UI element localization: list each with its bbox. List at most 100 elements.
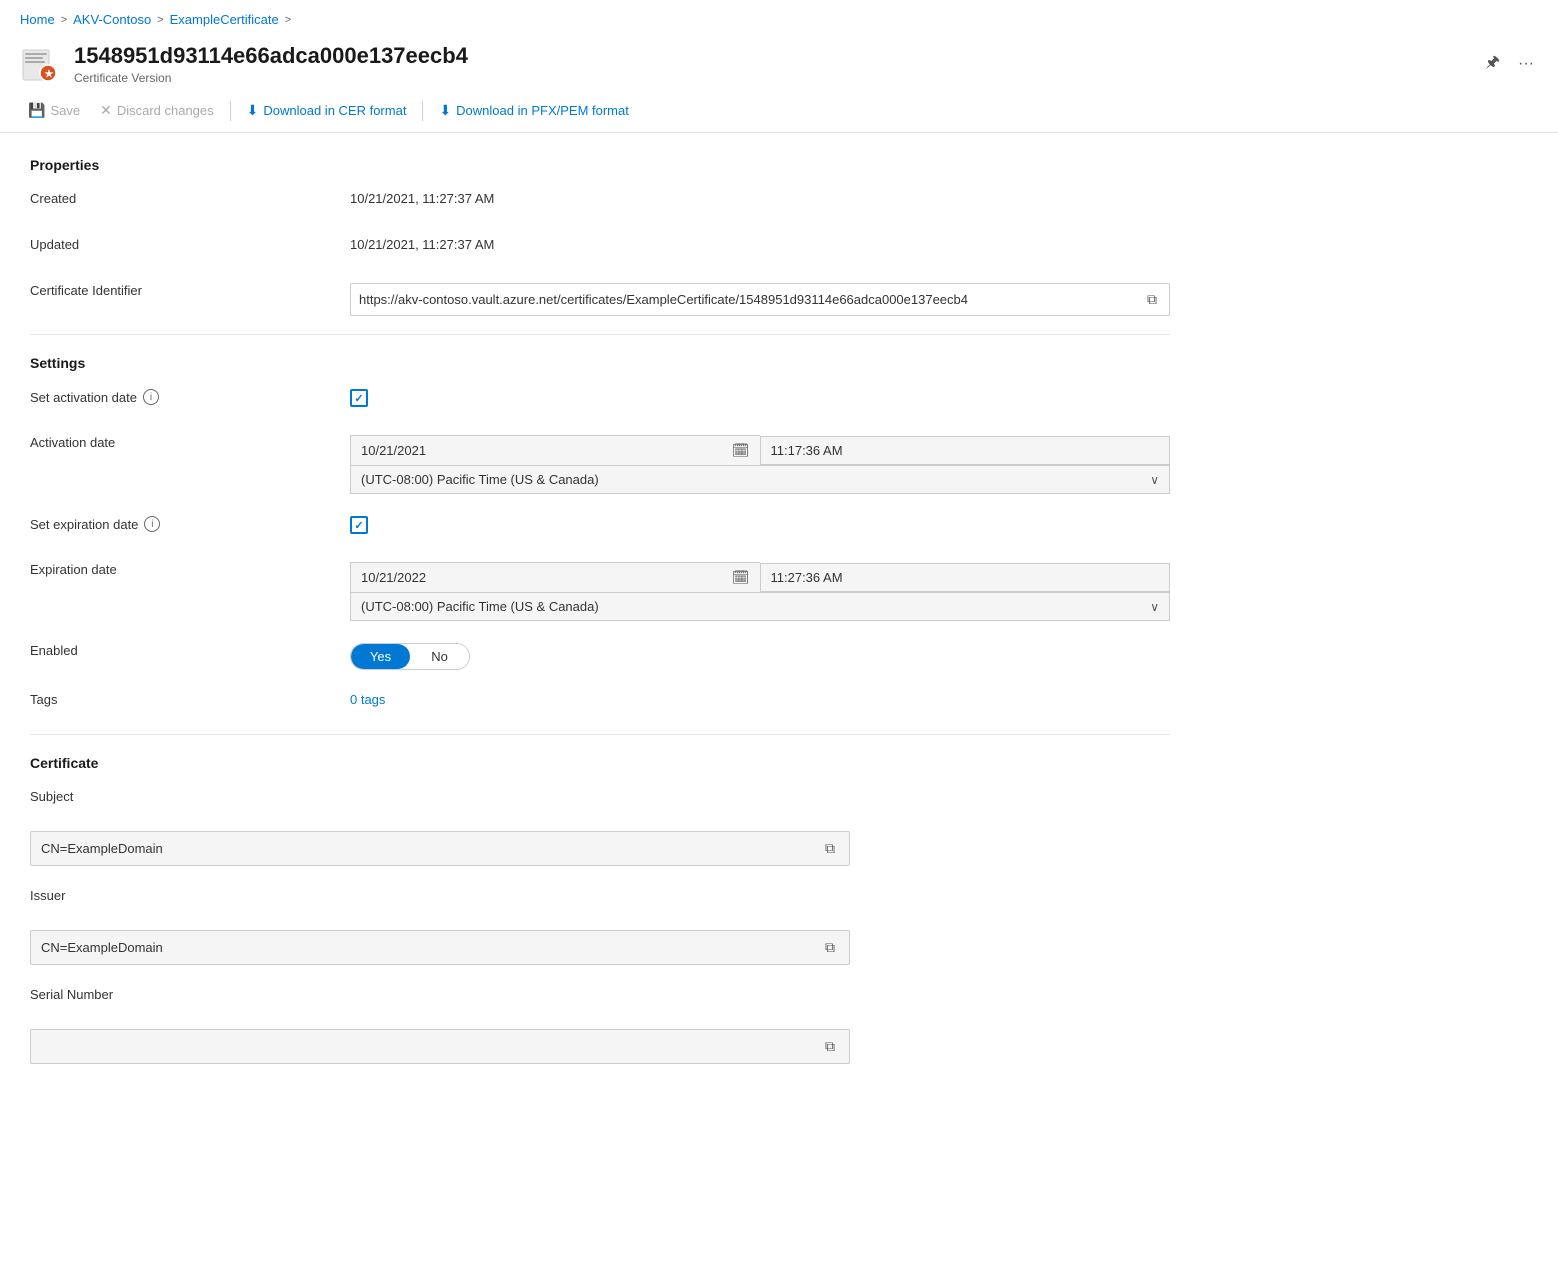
download-cer-button[interactable]: ⬇ Download in CER format bbox=[239, 97, 415, 124]
expiration-date-toggle-label: Set expiration date i bbox=[30, 512, 350, 532]
toolbar-sep bbox=[230, 101, 231, 121]
enabled-label: Enabled bbox=[30, 639, 350, 658]
created-label: Created bbox=[30, 187, 350, 206]
activation-timezone-chevron: ∨ bbox=[1150, 473, 1159, 487]
breadcrumb-sep-1: > bbox=[61, 14, 67, 26]
certificate-section-label: Certificate bbox=[30, 755, 1170, 771]
download-pfx-label: Download in PFX/PEM format bbox=[456, 103, 629, 118]
tags-link[interactable]: 0 tags bbox=[350, 692, 385, 707]
cert-identifier-label: Certificate Identifier bbox=[30, 279, 350, 298]
page-title: 1548951d93114e66adca000e137eecb4 bbox=[74, 43, 1467, 69]
activation-timezone-label: (UTC-08:00) Pacific Time (US & Canada) bbox=[361, 472, 1150, 487]
issuer-field: CN=ExampleDomain ⧉ bbox=[30, 930, 850, 965]
expiration-date-toggle-row: Set expiration date i bbox=[30, 512, 1170, 540]
download-pfx-icon: ⬇ bbox=[439, 102, 451, 119]
expiration-timezone-dropdown[interactable]: (UTC-08:00) Pacific Time (US & Canada) ∨ bbox=[350, 592, 1170, 621]
breadcrumb-cert[interactable]: ExampleCertificate bbox=[170, 12, 279, 27]
enabled-toggle-control[interactable]: Yes No bbox=[350, 643, 470, 670]
breadcrumb: Home > AKV-Contoso > ExampleCertificate … bbox=[0, 0, 1558, 35]
toggle-no-option[interactable]: No bbox=[410, 644, 469, 669]
properties-section-label: Properties bbox=[30, 157, 1170, 173]
breadcrumb-sep-2: > bbox=[157, 14, 163, 26]
issuer-copy-icon: ⧉ bbox=[825, 939, 835, 956]
expiration-time-value: 11:27:36 AM bbox=[771, 570, 843, 585]
download-pfx-button[interactable]: ⬇ Download in PFX/PEM format bbox=[431, 97, 636, 124]
breadcrumb-sep-3: > bbox=[285, 14, 291, 26]
breadcrumb-akv[interactable]: AKV-Contoso bbox=[73, 12, 151, 27]
pin-icon: 🖈 bbox=[1485, 51, 1500, 78]
toggle-yes-option[interactable]: Yes bbox=[351, 644, 410, 669]
issuer-row: Issuer bbox=[30, 884, 1170, 912]
activation-calendar-icon[interactable]: 🗓 bbox=[732, 442, 750, 459]
activation-info-icon[interactable]: i bbox=[143, 389, 159, 405]
subject-value: CN=ExampleDomain bbox=[41, 841, 821, 856]
updated-row: Updated 10/21/2021, 11:27:37 AM bbox=[30, 233, 1170, 261]
activation-date-toggle-label: Set activation date i bbox=[30, 385, 350, 405]
more-icon: ··· bbox=[1518, 55, 1534, 73]
subject-field-container: CN=ExampleDomain ⧉ bbox=[30, 831, 850, 866]
discard-icon: ✕ bbox=[100, 102, 112, 119]
breadcrumb-home[interactable]: Home bbox=[20, 12, 55, 27]
activation-date-field[interactable] bbox=[361, 443, 726, 458]
expiration-timezone-label: (UTC-08:00) Pacific Time (US & Canada) bbox=[361, 599, 1150, 614]
enabled-row: Enabled Yes No bbox=[30, 639, 1170, 670]
activation-time-value: 11:17:36 AM bbox=[771, 443, 843, 458]
serial-number-copy-icon: ⧉ bbox=[825, 1038, 835, 1055]
expiration-date-inputs: 🗓 11:27:36 AM (UTC-08:00) Pacific Time (… bbox=[350, 558, 1170, 621]
activation-date-row: Activation date 🗓 11:17:36 AM (UTC-08:00… bbox=[30, 431, 1170, 494]
activation-date-toggle-value bbox=[350, 385, 1170, 407]
expiration-info-icon[interactable]: i bbox=[144, 516, 160, 532]
copy-icon: ⧉ bbox=[1147, 291, 1157, 308]
subject-copy-button[interactable]: ⧉ bbox=[821, 838, 839, 859]
certificate-divider bbox=[30, 734, 1170, 735]
issuer-value: CN=ExampleDomain bbox=[41, 940, 821, 955]
updated-label: Updated bbox=[30, 233, 350, 252]
subject-row: Subject bbox=[30, 785, 1170, 813]
serial-number-field: ⧉ bbox=[30, 1029, 850, 1064]
settings-divider bbox=[30, 334, 1170, 335]
expiration-calendar-icon[interactable]: 🗓 bbox=[732, 569, 750, 586]
header-title-area: 1548951d93114e66adca000e137eecb4 Certifi… bbox=[74, 43, 1467, 85]
download-cer-label: Download in CER format bbox=[263, 103, 406, 118]
serial-number-field-container: ⧉ bbox=[30, 1029, 850, 1064]
created-row: Created 10/21/2021, 11:27:37 AM bbox=[30, 187, 1170, 215]
save-icon: 💾 bbox=[28, 102, 45, 119]
header-actions: 🖈 ··· bbox=[1481, 47, 1538, 82]
enabled-toggle: Yes No bbox=[350, 639, 1170, 670]
expiration-date-toggle-value bbox=[350, 512, 1170, 534]
identifier-box: ⧉ bbox=[350, 283, 1170, 316]
settings-section-label: Settings bbox=[30, 355, 1170, 371]
page-subtitle: Certificate Version bbox=[74, 71, 1467, 85]
activation-date-checkbox[interactable] bbox=[350, 389, 368, 407]
activation-timezone-dropdown[interactable]: (UTC-08:00) Pacific Time (US & Canada) ∨ bbox=[350, 465, 1170, 494]
discard-button[interactable]: ✕ Discard changes bbox=[92, 97, 222, 124]
page-header: ★ 1548951d93114e66adca000e137eecb4 Certi… bbox=[0, 35, 1558, 89]
issuer-copy-button[interactable]: ⧉ bbox=[821, 937, 839, 958]
identifier-copy-button[interactable]: ⧉ bbox=[1143, 289, 1161, 310]
discard-label: Discard changes bbox=[117, 103, 214, 118]
created-value: 10/21/2021, 11:27:37 AM bbox=[350, 187, 1170, 206]
identifier-input[interactable] bbox=[359, 292, 1143, 307]
expiration-date-label: Expiration date bbox=[30, 558, 350, 577]
subject-copy-icon: ⧉ bbox=[825, 840, 835, 857]
toolbar: 💾 Save ✕ Discard changes ⬇ Download in C… bbox=[0, 89, 1558, 133]
cert-icon: ★ bbox=[20, 45, 60, 83]
expiration-date-input: 🗓 bbox=[350, 562, 760, 593]
save-button[interactable]: 💾 Save bbox=[20, 97, 88, 124]
updated-value: 10/21/2021, 11:27:37 AM bbox=[350, 233, 1170, 252]
pin-button[interactable]: 🖈 bbox=[1481, 47, 1504, 82]
toolbar-sep-2 bbox=[422, 101, 423, 121]
activation-date-input: 🗓 bbox=[350, 435, 760, 466]
expiration-date-time-row: 🗓 11:27:36 AM bbox=[350, 562, 1170, 593]
issuer-label: Issuer bbox=[30, 884, 350, 903]
cert-identifier-value-area: ⧉ bbox=[350, 279, 1170, 316]
svg-text:★: ★ bbox=[45, 69, 54, 80]
expiration-date-checkbox[interactable] bbox=[350, 516, 368, 534]
activation-date-time-row: 🗓 11:17:36 AM bbox=[350, 435, 1170, 466]
expiration-date-row: Expiration date 🗓 11:27:36 AM (UTC-08:00… bbox=[30, 558, 1170, 621]
more-button[interactable]: ··· bbox=[1514, 51, 1538, 77]
serial-number-copy-button[interactable]: ⧉ bbox=[821, 1036, 839, 1057]
serial-number-label: Serial Number bbox=[30, 983, 350, 1002]
activation-time-input: 11:17:36 AM bbox=[760, 436, 1171, 465]
expiration-date-field[interactable] bbox=[361, 570, 726, 585]
